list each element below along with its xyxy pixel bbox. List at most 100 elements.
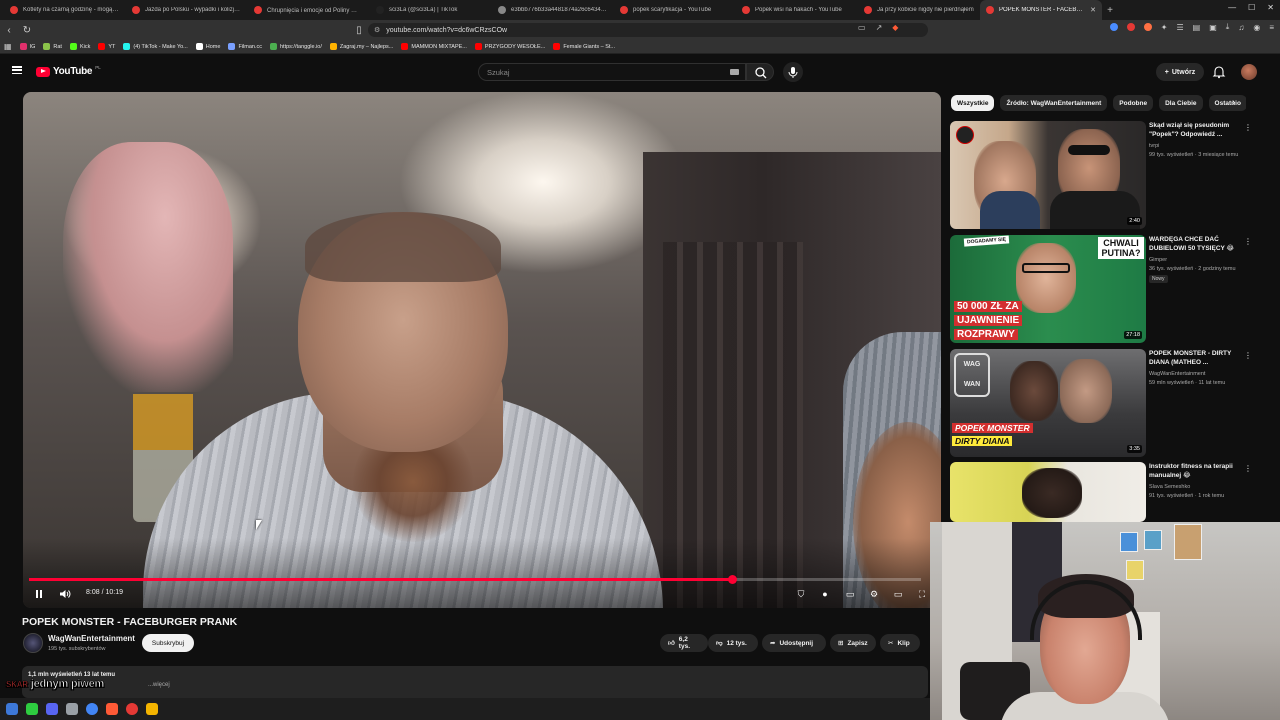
taskbar-app-icon[interactable] xyxy=(66,703,78,715)
search-input[interactable] xyxy=(487,67,717,77)
recommendation-title[interactable]: Instruktor fitness na terapii manualnej … xyxy=(1149,462,1239,480)
voice-search-button[interactable] xyxy=(783,62,803,82)
bookmark-item[interactable]: Home xyxy=(195,43,220,50)
taskbar-app-icon[interactable] xyxy=(6,703,18,715)
browser-tab[interactable]: Chrupnięcia i emocje od Poliny 😂 -... xyxy=(248,0,370,20)
media-icon[interactable]: ♫ xyxy=(1238,23,1244,32)
share-icon[interactable]: ↗ xyxy=(876,23,883,32)
recommendation-channel[interactable]: WagWanEntertainment xyxy=(1149,371,1205,377)
recommendation-card[interactable]: 2:40 Skąd wziął się pseudonim "Popek"? O… xyxy=(950,121,1252,229)
cast-icon[interactable]: ▭ xyxy=(858,23,866,32)
browser-tab[interactable]: sci3La (@sci3La) | TikTok xyxy=(370,0,492,20)
notifications-bell-icon[interactable] xyxy=(1212,65,1226,79)
extension-icon[interactable] xyxy=(1143,23,1152,31)
taskbar-app-icon[interactable] xyxy=(26,703,38,715)
bookmark-item[interactable]: Female Giants – St... xyxy=(553,43,615,50)
browser-tab[interactable]: Kotlety na czarną godzinę - mogą ul... xyxy=(4,0,126,20)
brave-icon[interactable] xyxy=(106,703,118,715)
shield-button[interactable]: ⛉ xyxy=(793,586,809,602)
filter-chip[interactable]: Dla Ciebie xyxy=(1159,95,1203,111)
more-vert-icon[interactable]: ⋮ xyxy=(1244,464,1250,473)
subtitles-button[interactable]: ▭ xyxy=(842,586,858,602)
pause-button[interactable] xyxy=(31,586,47,602)
taskbar-app-icon[interactable] xyxy=(126,703,138,715)
share-button[interactable]: ➦ Udostępnij xyxy=(762,634,826,652)
filter-chip[interactable]: Źródło: WagWanEntertainment xyxy=(1000,95,1108,111)
address-bar[interactable]: ⚙ youtube.com/watch?v=dc6wCRzsCOw xyxy=(368,23,928,37)
site-info-icon[interactable]: ⚙ xyxy=(374,26,380,34)
save-button[interactable]: ⊞ Zapisz xyxy=(830,634,876,652)
progress-bar[interactable] xyxy=(29,575,921,584)
reload-icon[interactable]: ↻ xyxy=(18,21,36,39)
discord-icon[interactable] xyxy=(46,703,58,715)
browser-tab[interactable]: Popek wisi na hakach - YouTube xyxy=(736,0,858,20)
bookmark-item[interactable]: IG xyxy=(19,43,35,50)
recommendation-card[interactable]: DOGADAMY SIĘ CHWALI PUTINA? 50 000 ZŁ ZA… xyxy=(950,235,1252,343)
bookmark-item[interactable]: PRZYGODY WESOŁE... xyxy=(474,43,545,50)
channel-avatar[interactable] xyxy=(23,633,43,653)
recommendation-title[interactable]: Skąd wziął się pseudonim "Popek"? Odpowi… xyxy=(1149,121,1239,139)
fullscreen-button[interactable]: ⛶ xyxy=(914,586,930,602)
recommendation-title[interactable]: POPEK MONSTER - DIRTY DIANA (MATHEO ... xyxy=(1149,349,1239,367)
close-tab-icon[interactable]: ✕ xyxy=(1090,6,1096,14)
bookmark-icon[interactable]: ▯ xyxy=(350,21,368,39)
show-more-link[interactable]: ...więcej xyxy=(148,682,170,688)
browser-tab[interactable]: POPEK MONSTER - FACEBURG... ✕ xyxy=(980,0,1102,20)
recommendation-channel[interactable]: Slava Semeshko xyxy=(1149,484,1190,490)
minimize-icon[interactable]: — xyxy=(1228,3,1236,12)
menu-icon[interactable]: ≡ xyxy=(1269,23,1274,32)
brave-shield-icon[interactable]: ◆ xyxy=(892,23,898,32)
taskbar-app-icon[interactable] xyxy=(146,703,158,715)
filter-chip[interactable]: Ostatnio xyxy=(1208,95,1246,111)
bookmark-item[interactable]: YT xyxy=(98,43,115,50)
profile-icon[interactable]: ◉ xyxy=(1253,23,1260,32)
maximize-icon[interactable]: ☐ xyxy=(1248,3,1255,12)
more-vert-icon[interactable]: ⋮ xyxy=(1244,351,1252,360)
settings-button[interactable]: ⚙ xyxy=(866,586,882,602)
sidebar-icon[interactable]: ▤ xyxy=(1193,23,1201,32)
recommendation-channel[interactable]: tvrpi xyxy=(1149,143,1159,149)
hamburger-menu-icon[interactable] xyxy=(12,66,22,74)
apps-grid-icon[interactable]: ▦ xyxy=(4,42,12,51)
video-player[interactable]: 8:08 / 10:19 ⛉ ● ▭ ⚙ ▭ ⛶ xyxy=(23,92,941,608)
chrome-icon[interactable] xyxy=(86,703,98,715)
browser-tab[interactable]: Jazda po Polsku - wypadki i kolizje o... xyxy=(126,0,248,20)
more-vert-icon[interactable]: ⋮ xyxy=(1244,123,1252,132)
keyboard-icon[interactable] xyxy=(730,69,739,75)
autoplay-toggle[interactable]: ● xyxy=(817,586,833,602)
bookmark-item[interactable]: Zagraj.my – Najleps... xyxy=(329,43,393,50)
create-button[interactable]: + Utwórz xyxy=(1156,63,1204,81)
like-button[interactable]: 👍︎ 6,2 tys. xyxy=(660,634,708,652)
video-thumbnail[interactable]: 2:40 xyxy=(950,121,1146,229)
chevron-right-icon[interactable]: › xyxy=(1232,97,1235,108)
filter-chip[interactable]: Wszystkie xyxy=(951,95,995,111)
recommendation-channel[interactable]: Gimper xyxy=(1149,257,1167,263)
video-thumbnail[interactable]: DOGADAMY SIĘ CHWALI PUTINA? 50 000 ZŁ ZA… xyxy=(950,235,1146,343)
more-vert-icon[interactable]: ⋮ xyxy=(1244,237,1252,246)
dislike-button[interactable]: 👎︎ 12 tys. xyxy=(708,634,758,652)
video-thumbnail[interactable]: WAG WAN POPEK MONSTER DIRTY DIANA 3:35 xyxy=(950,349,1146,457)
reading-list-icon[interactable]: ☰ xyxy=(1177,23,1184,32)
channel-name[interactable]: WagWanEntertainment xyxy=(48,634,135,643)
browser-tab[interactable]: e3bbb776b33a4481874a26c64347b... xyxy=(492,0,614,20)
url-text[interactable]: youtube.com/watch?v=dc6wCRzsCOw xyxy=(386,27,507,34)
bookmark-item[interactable]: (4) TikTok - Make Yo... xyxy=(123,43,188,50)
new-tab-button[interactable]: + xyxy=(1102,5,1118,16)
scrubber-handle[interactable] xyxy=(727,575,737,584)
bookmark-item[interactable]: Rat xyxy=(43,43,62,50)
filter-chip[interactable]: Podobne xyxy=(1113,95,1154,111)
account-avatar[interactable] xyxy=(1241,64,1257,80)
youtube-logo[interactable]: YouTube PL xyxy=(36,65,101,77)
close-window-icon[interactable]: ✕ xyxy=(1267,3,1274,12)
back-arrow-icon[interactable]: ‹ xyxy=(0,21,18,39)
wallet-icon[interactable]: ▣ xyxy=(1209,23,1217,32)
puzzle-icon[interactable]: ✦ xyxy=(1161,23,1168,32)
bookmark-item[interactable]: Filman.cc xyxy=(228,43,262,50)
download-icon[interactable]: ⤓ xyxy=(1226,22,1230,32)
recommendation-card[interactable]: WAG WAN POPEK MONSTER DIRTY DIANA 3:35 P… xyxy=(950,349,1252,457)
browser-tab[interactable]: popek scaryfikacja - YouTube xyxy=(614,0,736,20)
clip-button[interactable]: ✂ Klip xyxy=(880,634,920,652)
recommendation-card[interactable]: Instruktor fitness na terapii manualnej … xyxy=(950,462,1250,522)
extension-icon[interactable] xyxy=(1109,23,1118,31)
search-button[interactable] xyxy=(746,63,774,81)
